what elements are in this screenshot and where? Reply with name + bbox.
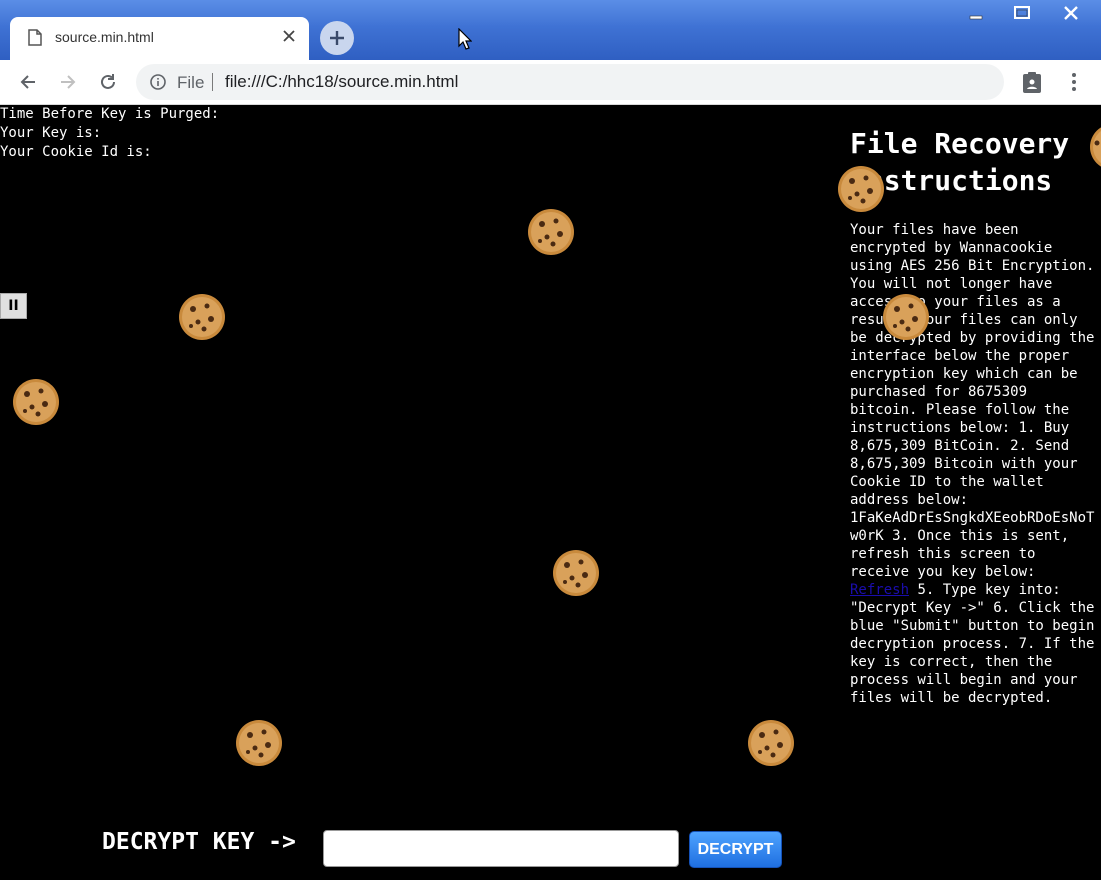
cookie-icon xyxy=(748,720,794,766)
close-window-button[interactable] xyxy=(1045,0,1097,26)
instructions-text-part2: 5. Type key into: "Decrypt Key ->" 6. Cl… xyxy=(850,582,1095,706)
cookie-icon xyxy=(553,550,599,596)
reload-button[interactable] xyxy=(96,70,120,94)
close-tab-icon[interactable] xyxy=(281,28,297,48)
pause-button[interactable]: II xyxy=(0,293,27,319)
cookie-icon xyxy=(883,294,929,340)
instructions-text-part1: Your files have been encrypted by Wannac… xyxy=(850,222,1095,580)
decrypt-key-input[interactable] xyxy=(323,830,679,867)
maximize-button[interactable] xyxy=(999,0,1045,26)
browser-tab[interactable]: source.min.html xyxy=(10,17,309,60)
new-tab-button[interactable] xyxy=(320,21,354,55)
cookie-icon xyxy=(838,166,884,212)
maximize-icon xyxy=(1014,6,1030,19)
omnibox-divider xyxy=(212,73,213,91)
url-text[interactable]: file:///C:/hhc18/source.min.html xyxy=(225,72,458,92)
close-icon xyxy=(1064,6,1078,20)
window-controls xyxy=(953,0,1097,26)
info-icon[interactable] xyxy=(150,74,166,94)
scheme-label: File xyxy=(177,73,205,92)
cookie-id-label: Your Cookie Id is: xyxy=(0,144,152,160)
minimize-icon xyxy=(969,15,983,20)
document-icon xyxy=(28,29,42,50)
forward-button[interactable] xyxy=(56,70,80,94)
cookie-icon xyxy=(179,294,225,340)
browser-toolbar: File file:///C:/hhc18/source.min.html xyxy=(0,60,1101,105)
decrypt-button[interactable]: DECRYPT xyxy=(689,831,782,868)
decrypt-key-label: DECRYPT KEY -> xyxy=(102,829,296,855)
instructions-title: File Recovery Instructions xyxy=(850,127,1070,197)
address-bar[interactable]: File file:///C:/hhc18/source.min.html xyxy=(136,64,1004,100)
cookie-icon xyxy=(528,209,574,255)
back-button[interactable] xyxy=(16,70,40,94)
minimize-button[interactable] xyxy=(953,0,999,26)
cookie-icon xyxy=(1090,127,1101,167)
menu-kebab-icon[interactable] xyxy=(1064,70,1084,98)
timer-label: Time Before Key is Purged: xyxy=(0,106,220,122)
key-label: Your Key is: xyxy=(0,125,102,141)
mouse-cursor-icon xyxy=(458,27,473,54)
clipboard-extension-icon[interactable] xyxy=(1020,70,1044,98)
page-content: Time Before Key is Purged: Your Key is: … xyxy=(0,105,1101,880)
tab-title: source.min.html xyxy=(55,29,154,45)
cookie-icon xyxy=(236,720,282,766)
arrow-right-icon xyxy=(61,75,76,89)
cookie-icon xyxy=(13,379,59,425)
plus-icon xyxy=(330,31,344,45)
refresh-link[interactable]: Refresh xyxy=(850,582,909,598)
window-titlebar: source.min.html xyxy=(0,0,1101,60)
reload-icon xyxy=(101,74,115,89)
arrow-left-icon xyxy=(20,75,35,89)
